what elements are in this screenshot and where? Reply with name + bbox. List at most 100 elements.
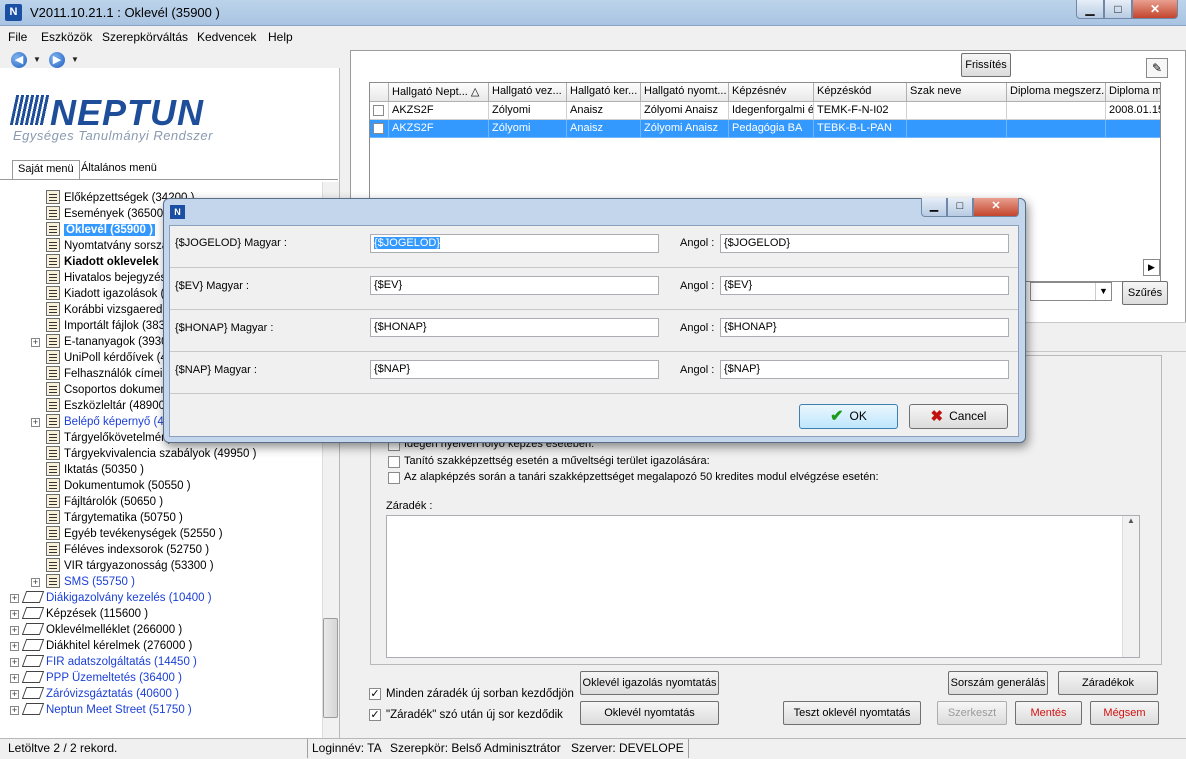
hungarian-input[interactable]: {$NAP}	[370, 360, 659, 379]
tree-item[interactable]: Dokumentumok (50550 )	[46, 478, 191, 494]
generate-serial-button[interactable]: Sorszám generálás	[948, 671, 1048, 695]
tree-item[interactable]: Tárgyelőkövetelmény	[46, 430, 173, 446]
row-checkbox[interactable]	[373, 105, 384, 116]
expand-icon[interactable]: +	[10, 706, 19, 715]
tree-group[interactable]: Oklevélmelléklet (266000 )	[21, 622, 182, 638]
tree-group[interactable]: FIR adatszolgáltatás (14450 )	[21, 654, 197, 670]
menu-role-switch[interactable]: Szerepkörváltás	[102, 30, 188, 44]
tree-group[interactable]: Neptun Meet Street (51750 )	[21, 702, 192, 718]
close-icon[interactable]: ✕	[1132, 0, 1178, 19]
print-certificate-button[interactable]: Oklevél igazolás nyomtatás	[580, 671, 719, 695]
english-input[interactable]: {$JOGELOD}	[720, 234, 1009, 253]
module-50-credit-checkbox[interactable]	[388, 472, 400, 484]
english-input[interactable]: {$HONAP}	[720, 318, 1009, 337]
grid-header[interactable]: Szak neve	[907, 83, 1007, 102]
expand-icon[interactable]: +	[10, 626, 19, 635]
grid-header[interactable]: Diploma megszerz...	[1007, 83, 1106, 102]
filter-button[interactable]: Szűrés	[1122, 281, 1168, 305]
grid-header[interactable]: Hallgató vez...	[489, 83, 567, 102]
dialog-maximize-icon[interactable]: □	[947, 198, 973, 217]
expand-icon[interactable]: +	[31, 578, 40, 587]
chevron-down-icon[interactable]: ▼	[1095, 283, 1111, 300]
tree-item[interactable]: Korábbi vizsgaeredm	[46, 302, 172, 318]
tree-item[interactable]: Iktatás (50350 )	[46, 462, 144, 478]
forward-dropdown-icon[interactable]: ▼	[71, 55, 79, 64]
dialog-cancel-button[interactable]: ✖ Cancel	[909, 404, 1008, 429]
edit-button[interactable]: Szerkeszt	[937, 701, 1007, 725]
tree-item[interactable]: Importált fájlok (3835	[46, 318, 171, 334]
tree-item[interactable]: Belépő képernyő (48	[46, 414, 170, 430]
tree-item[interactable]: Egyéb tevékenységek (52550 )	[46, 526, 223, 542]
forward-icon[interactable]: ▶	[49, 52, 65, 68]
hungarian-input[interactable]: {$JOGELOD}	[370, 234, 659, 253]
tree-item[interactable]: Tárgytematika (50750 )	[46, 510, 183, 526]
clauses-button[interactable]: Záradékok	[1058, 671, 1158, 695]
menu-file[interactable]: File	[8, 30, 27, 44]
refresh-button[interactable]: Frissítés	[961, 53, 1011, 77]
expand-icon[interactable]: +	[10, 674, 19, 683]
expand-icon[interactable]: +	[10, 610, 19, 619]
minimize-icon[interactable]: ▁	[1076, 0, 1104, 19]
grid-header[interactable]: Hallgató ker...	[567, 83, 641, 102]
cancel-button[interactable]: Mégsem	[1090, 701, 1159, 725]
tree-group[interactable]: Záróvizsgáztatás (40600 )	[21, 686, 179, 702]
tree-item[interactable]: Féléves indexsorok (52750 )	[46, 542, 209, 558]
save-button[interactable]: Mentés	[1015, 701, 1082, 725]
teacher-training-checkbox[interactable]	[388, 456, 400, 468]
grid-header[interactable]: Képzésnév	[729, 83, 814, 102]
expand-icon[interactable]: +	[10, 658, 19, 667]
tab-own-menu[interactable]: Saját menü	[12, 160, 80, 179]
tree-item-selected[interactable]: Oklevél (35900 )	[46, 222, 155, 238]
menu-tools[interactable]: Eszközök	[41, 30, 92, 44]
clause-scrollbar[interactable]: ▲	[1122, 516, 1139, 657]
grid-header[interactable]: Hallgató Nept... △	[389, 83, 489, 102]
clause-textarea[interactable]	[386, 515, 1140, 658]
settings-icon[interactable]: ✎	[1146, 58, 1168, 78]
tree-item[interactable]: Csoportos dokument	[46, 382, 170, 398]
dialog-close-icon[interactable]: ✕	[973, 198, 1019, 217]
menu-help[interactable]: Help	[268, 30, 293, 44]
tree-group[interactable]: Diákhitel kérelmek (276000 )	[21, 638, 192, 654]
expand-icon[interactable]: +	[10, 642, 19, 651]
tree-item[interactable]: Kiadott oklevelek	[46, 254, 159, 270]
tree-item[interactable]: Felhasználók címei (	[46, 366, 169, 382]
tree-item[interactable]: SMS (55750 )	[46, 574, 135, 590]
hungarian-input[interactable]: {$EV}	[370, 276, 659, 295]
tab-general-menu[interactable]: Általános menü	[76, 160, 162, 179]
tree-item[interactable]: Eszközleltár (48900	[46, 398, 165, 414]
grid-header[interactable]: Diploma me	[1106, 83, 1160, 102]
back-dropdown-icon[interactable]: ▼	[33, 55, 41, 64]
tree-item[interactable]: E-tananyagok (3930	[46, 334, 168, 350]
expand-icon[interactable]: +	[10, 690, 19, 699]
new-line-after-word-checkbox[interactable]: ✓	[369, 709, 381, 721]
tree-item[interactable]: VIR tárgyazonosság (53300 )	[46, 558, 214, 574]
dialog-minimize-icon[interactable]: ▁	[921, 198, 947, 217]
tree-item[interactable]: Nyomtatvány sorszá	[46, 238, 168, 254]
tree-item[interactable]: Események (36500 )	[46, 206, 170, 222]
ok-button[interactable]: ✔ OK	[799, 404, 898, 429]
new-line-each-clause-checkbox[interactable]: ✓	[369, 688, 381, 700]
scroll-right-icon[interactable]: ▶	[1143, 259, 1160, 276]
hungarian-input[interactable]: {$HONAP}	[370, 318, 659, 337]
row-checkbox[interactable]	[373, 123, 384, 134]
print-diploma-button[interactable]: Oklevél nyomtatás	[580, 701, 719, 725]
tree-item[interactable]: Hivatalos bejegyzés	[46, 270, 166, 286]
tree-group[interactable]: Diákigazolvány kezelés (10400 )	[21, 590, 212, 606]
tree-group[interactable]: PPP Üzemeltetés (36400 )	[21, 670, 182, 686]
maximize-icon[interactable]: □	[1104, 0, 1132, 19]
expand-icon[interactable]: +	[31, 338, 40, 347]
english-input[interactable]: {$EV}	[720, 276, 1009, 295]
expand-icon[interactable]: +	[10, 594, 19, 603]
tree-item[interactable]: Tárgyekvivalencia szabályok (49950 )	[46, 446, 256, 462]
tree-group[interactable]: Képzések (115600 )	[21, 606, 148, 622]
tree-item[interactable]: Kiadott igazolások (3	[46, 286, 171, 302]
english-input[interactable]: {$NAP}	[720, 360, 1009, 379]
grid-header[interactable]: Hallgató nyomt...	[641, 83, 729, 102]
tree-item[interactable]: UniPoll kérdőívek (4	[46, 350, 167, 366]
tree-scrollbar-thumb[interactable]	[323, 618, 338, 718]
grid-header[interactable]: Képzéskód	[814, 83, 907, 102]
test-print-button[interactable]: Teszt oklevél nyomtatás	[783, 701, 921, 725]
expand-icon[interactable]: +	[31, 418, 40, 427]
back-icon[interactable]: ◀	[11, 52, 27, 68]
tree-item[interactable]: Fájltárolók (50650 )	[46, 494, 163, 510]
